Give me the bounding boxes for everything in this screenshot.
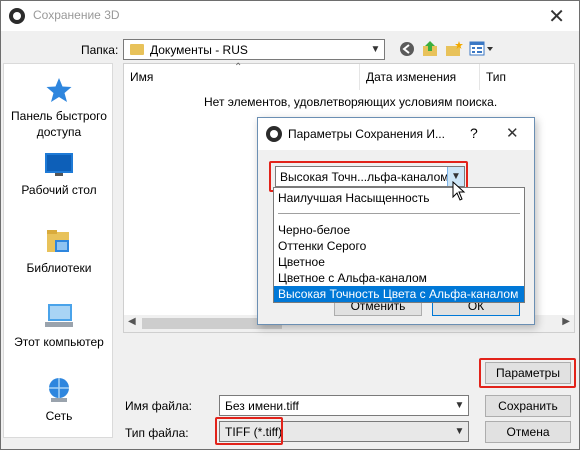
- network-icon: [49, 378, 69, 402]
- window-title: Сохранение 3D: [33, 8, 120, 22]
- empty-message: Нет элементов, удовлетворяющих условиям …: [204, 95, 498, 109]
- column-header-type[interactable]: Тип: [480, 64, 574, 90]
- sidebar-item-network[interactable]: Сеть: [4, 376, 114, 424]
- sidebar-item-this-pc[interactable]: Этот компьютер: [4, 302, 114, 350]
- sidebar-item-label: Этот компьютер: [14, 335, 104, 349]
- dialog-title: Параметры Сохранения И...: [288, 127, 445, 141]
- help-icon[interactable]: ?: [470, 125, 478, 141]
- sidebar-item-label: Панель быстрого доступа: [11, 109, 107, 139]
- scroll-right-icon[interactable]: ▶: [562, 316, 570, 327]
- close-icon[interactable]: ✕: [548, 4, 565, 29]
- up-folder-icon[interactable]: [421, 40, 439, 58]
- dialog-title-bar: Параметры Сохранения И... ? ✕: [258, 118, 534, 150]
- sidebar-item-quick-access[interactable]: Панель быстрого доступа: [4, 76, 114, 140]
- new-folder-icon[interactable]: [445, 40, 463, 58]
- sidebar-item-label: Библиотеки: [26, 261, 92, 275]
- filename-label: Имя файла:: [125, 399, 192, 413]
- folder-label: Папка:: [81, 43, 119, 57]
- sidebar-item-libraries[interactable]: Библиотеки: [4, 228, 114, 276]
- star-icon: [46, 78, 72, 102]
- list-item[interactable]: Цветное: [274, 254, 524, 270]
- column-header-name[interactable]: Имя ⌃: [124, 62, 360, 90]
- libraries-icon: [47, 230, 69, 252]
- computer-icon: [45, 304, 73, 327]
- save-3d-window: Сохранение 3D ✕ Папка: Документы - RUS ▼…: [0, 0, 580, 450]
- sidebar-item-desktop[interactable]: Рабочий стол: [4, 152, 114, 198]
- sort-up-icon: ⌃: [234, 62, 243, 73]
- chevron-down-icon[interactable]: ▼: [367, 40, 384, 59]
- app-icon: [9, 8, 25, 24]
- back-icon[interactable]: [399, 41, 415, 57]
- sidebar-item-label: Сеть: [45, 409, 73, 423]
- filetype-highlight: [215, 417, 283, 445]
- params-button[interactable]: Параметры: [485, 362, 571, 384]
- navigation-pane: Панель быстрого доступа Рабочий стол Биб…: [3, 63, 113, 438]
- folder-combo[interactable]: Документы - RUS ▼: [123, 39, 385, 60]
- save-button[interactable]: Сохранить: [485, 395, 571, 417]
- list-item[interactable]: Цветное с Альфа-каналом: [274, 270, 524, 286]
- chevron-down-icon[interactable]: ▼: [451, 396, 468, 415]
- precision-options-list[interactable]: Наилучшая Насыщенность Черно-белое Оттен…: [273, 187, 525, 303]
- scroll-left-icon[interactable]: ◀: [128, 316, 136, 327]
- app-icon: [266, 126, 282, 142]
- cancel-button[interactable]: Отмена: [485, 421, 571, 443]
- folder-icon: [130, 44, 144, 55]
- filetype-label: Тип файла:: [125, 426, 189, 440]
- title-bar: Сохранение 3D ✕: [1, 1, 579, 31]
- filename-value: Без имени.tiff: [225, 399, 299, 413]
- list-item-selected[interactable]: Высокая Точность Цвета с Альфа-каналом: [274, 286, 524, 302]
- list-item[interactable]: Оттенки Серого: [274, 238, 524, 254]
- list-item[interactable]: Наилучшая Насыщенность: [274, 190, 524, 206]
- view-menu-icon[interactable]: [469, 41, 495, 57]
- filename-field[interactable]: Без имени.tiff ▼: [219, 395, 469, 416]
- sidebar-item-label: Рабочий стол: [21, 183, 97, 197]
- chevron-down-icon[interactable]: ▼: [451, 422, 468, 441]
- desktop-icon: [45, 153, 73, 176]
- column-header-date[interactable]: Дата изменения: [360, 64, 480, 90]
- close-icon[interactable]: ✕: [506, 124, 519, 142]
- list-item[interactable]: Черно-белое: [274, 222, 524, 238]
- cursor-icon: [452, 181, 466, 201]
- separator: [278, 213, 520, 214]
